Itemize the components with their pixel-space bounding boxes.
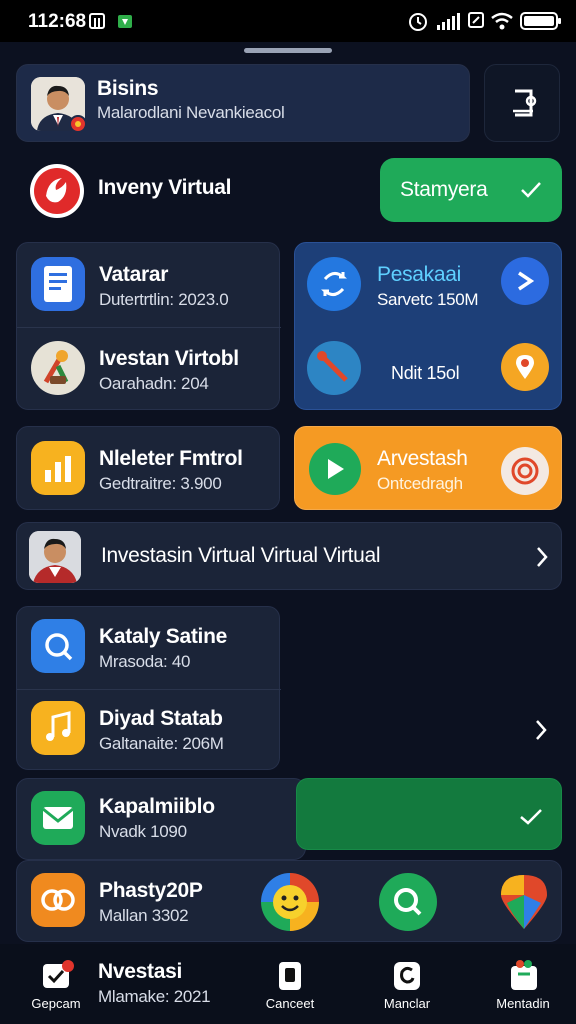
grid1-item1-sub: Dutertrtlin: 2023.0	[99, 290, 229, 309]
phasty-row: Phasty20P Mallan 3302	[16, 860, 562, 942]
location-pin-icon[interactable]	[501, 343, 549, 391]
nav-item-canceet[interactable]: Canceet	[260, 954, 320, 1020]
nav-label: Manclar	[383, 996, 431, 1011]
nav-label: Canceet	[265, 996, 315, 1011]
grid1-right-title: Pesakaai	[377, 263, 461, 286]
bar-chart-icon	[31, 441, 85, 495]
divider	[17, 327, 281, 328]
list2-item1-sub: Mrasoda: 40	[99, 652, 191, 671]
grid2-left-title: Nleleter Fmtrol	[99, 447, 243, 470]
banner-label: Investasin Virtual Virtual Virtual	[101, 544, 381, 567]
grid2-left-card: Nleleter Fmtrol Gedtraitre: 3.900	[16, 426, 280, 510]
bottom-nav: Nvestasi Mlamake: 2021 Gepcam Canceet Ma…	[0, 944, 576, 1024]
banner-avatar	[29, 531, 81, 583]
profile-subtitle: Malarodlani Nevankieacol	[97, 103, 285, 122]
grid2-right-card[interactable]: Arvestash Ontcedragh	[294, 426, 562, 510]
arrow-right-button[interactable]	[501, 257, 549, 305]
status-bar: 112:68	[0, 0, 576, 42]
grid2-right-sub: Ontcedragh	[377, 474, 463, 493]
mail-icon	[31, 791, 85, 845]
smiley-app-icon[interactable]	[261, 873, 319, 931]
nvestasi-title: Nvestasi	[98, 960, 182, 983]
data-icon	[468, 12, 484, 28]
badge-icon	[69, 115, 87, 133]
trash-icon	[275, 958, 305, 997]
signal-icon	[436, 12, 462, 30]
nav-label: Gepcam	[31, 996, 81, 1011]
grid1-right-card[interactable]: Pesakaai Sarvetc 150M Ndit 15ol	[294, 242, 562, 410]
app-notification-icon	[116, 12, 134, 30]
wrench-icon	[307, 341, 361, 395]
list2-item1-title: Kataly Satine	[99, 625, 227, 648]
profile-name: Bisins	[97, 77, 159, 100]
start-button[interactable]: Stamyera	[380, 158, 562, 222]
virtual-label: Inveny Virtual	[98, 176, 232, 199]
tools-icon	[31, 341, 85, 395]
calendar-check-icon	[40, 958, 74, 997]
phasty-title: Phasty20P	[99, 879, 203, 902]
status-time: 112:68	[28, 11, 87, 32]
grid1-item2-title: Ivestan Virtobl	[99, 347, 239, 370]
check-icon	[519, 807, 543, 832]
grid1-left-card: Vatarar Dutertrtlin: 2023.0 Ivestan Virt…	[16, 242, 281, 410]
refresh-icon	[392, 958, 422, 997]
drag-handle[interactable]	[244, 48, 332, 53]
kapal-row: Kapalmiiblo Nvadk 1090	[16, 778, 306, 860]
banner-row[interactable]: Investasin Virtual Virtual Virtual	[16, 522, 562, 590]
nav-label: Mentadin	[496, 996, 550, 1011]
notification-icon	[88, 12, 106, 30]
grid2-left-sub: Gedtraitre: 3.900	[99, 474, 222, 493]
profile-card[interactable]: Bisins Malarodlani Nevankieacol	[16, 64, 470, 142]
nav-item-mentadin[interactable]: Mentadin	[490, 954, 556, 1020]
exchange-icon	[307, 257, 361, 311]
battery-icon	[520, 12, 562, 30]
search-app-icon[interactable]	[379, 873, 437, 931]
maps-app-icon[interactable]	[497, 873, 551, 931]
divider	[17, 689, 281, 690]
chevron-right-icon	[535, 545, 549, 574]
nav-item-gepcam[interactable]: Gepcam	[30, 954, 82, 1020]
kapal-title: Kapalmiiblo	[99, 795, 215, 818]
nvestasi-sub: Mlamake: 2021	[98, 987, 211, 1006]
play-icon	[309, 443, 361, 495]
list2-card: Kataly Satine Mrasoda: 40 Diyad Statab G…	[16, 606, 281, 770]
music-icon	[31, 701, 85, 755]
cloud-link-icon	[31, 873, 85, 927]
grid1-right-value: Ndit 15ol	[391, 363, 460, 383]
chevron-right-icon[interactable]	[534, 718, 548, 747]
list2-item2-title: Diyad Statab	[99, 707, 223, 730]
kapal-sub: Nvadk 1090	[99, 822, 187, 841]
grid2-right-title: Arvestash	[377, 447, 468, 470]
gift-icon	[508, 958, 540, 997]
brand-logo-icon	[30, 164, 84, 218]
search-icon	[31, 619, 85, 673]
start-button-label: Stamyera	[400, 178, 488, 201]
target-icon[interactable]	[501, 447, 549, 495]
phasty-sub: Mallan 3302	[99, 906, 189, 925]
nav-item-manclar[interactable]: Manclar	[376, 954, 438, 1020]
alarm-icon	[408, 12, 428, 32]
profile-switch-icon	[511, 87, 539, 124]
profile-action-button[interactable]	[484, 64, 560, 142]
grid1-item1-title: Vatarar	[99, 263, 169, 286]
check-icon	[520, 180, 542, 205]
grid1-item2-sub: Oarahadn: 204	[99, 374, 209, 393]
list2-item2-sub: Galtanaite: 206M	[99, 734, 224, 753]
wifi-icon	[490, 12, 514, 30]
confirm-button[interactable]	[296, 778, 562, 850]
grid1-right-sub: Sarvetc 150M	[377, 290, 479, 309]
document-icon	[31, 257, 85, 311]
